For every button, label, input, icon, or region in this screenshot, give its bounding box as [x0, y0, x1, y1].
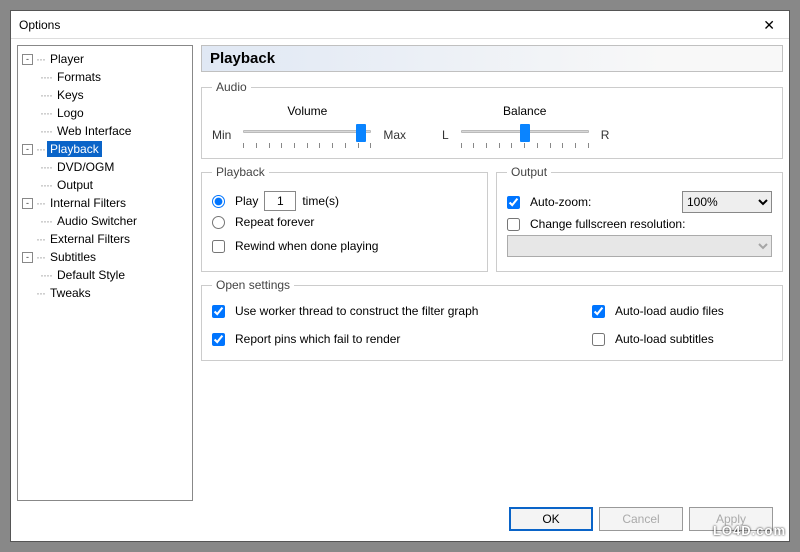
tree-item-label[interactable]: Output	[54, 177, 96, 193]
volume-label: Volume	[287, 104, 327, 118]
times-suffix: time(s)	[302, 194, 339, 208]
tree-toggle-icon[interactable]: -	[22, 54, 33, 65]
tree-item[interactable]: ····Web Interface	[20, 122, 190, 140]
rewind-checkbox[interactable]	[212, 240, 225, 253]
autozoom-select[interactable]: 100%	[682, 191, 772, 213]
tree-item[interactable]: ····Logo	[20, 104, 190, 122]
autosubs-row[interactable]: Auto-load subtitles	[592, 332, 772, 346]
options-window: Options ✕ -···Player····Formats····Keys·…	[10, 10, 790, 542]
dialog-buttons: OK Cancel Apply	[509, 507, 773, 531]
balance-label: Balance	[503, 104, 546, 118]
autoaudio-row[interactable]: Auto-load audio files	[592, 304, 772, 318]
balance-right-label: R	[601, 128, 610, 148]
tree-toggle-icon[interactable]: -	[22, 252, 33, 263]
tree-item[interactable]: ····Keys	[20, 86, 190, 104]
tree-item-label[interactable]: Tweaks	[47, 285, 94, 301]
playback-legend: Playback	[212, 165, 269, 179]
close-icon[interactable]: ✕	[755, 15, 783, 36]
volume-slider[interactable]	[237, 122, 377, 148]
resolution-select	[507, 235, 772, 257]
volume-max-label: Max	[383, 128, 406, 148]
autozoom-checkbox[interactable]	[507, 196, 520, 209]
tree-item[interactable]: ···Tweaks	[20, 284, 190, 302]
autoaudio-label: Auto-load audio files	[615, 304, 724, 318]
playback-group: Playback Play time(s) Repeat forever Rew…	[201, 165, 488, 272]
repeat-radio[interactable]	[212, 216, 225, 229]
ok-button[interactable]: OK	[509, 507, 593, 531]
audio-legend: Audio	[212, 80, 251, 94]
titlebar: Options ✕	[11, 11, 789, 39]
repeat-label: Repeat forever	[235, 215, 314, 229]
play-times-input[interactable]	[264, 191, 296, 211]
tree-item-label[interactable]: Audio Switcher	[54, 213, 140, 229]
tree-toggle-icon[interactable]: -	[22, 144, 33, 155]
tree-item[interactable]: ····Formats	[20, 68, 190, 86]
cancel-button[interactable]: Cancel	[599, 507, 683, 531]
audio-group: Audio Min Volume Max L Balance	[201, 80, 783, 159]
open-legend: Open settings	[212, 278, 294, 292]
tree-item-label[interactable]: Web Interface	[54, 123, 134, 139]
page-title: Playback	[201, 45, 783, 72]
tree-item[interactable]: -···Subtitles	[20, 248, 190, 266]
report-row[interactable]: Report pins which fail to render	[212, 332, 592, 346]
tree-item[interactable]: ···External Filters	[20, 230, 190, 248]
worker-label: Use worker thread to construct the filte…	[235, 304, 478, 318]
tree-item-label[interactable]: Subtitles	[47, 249, 99, 265]
report-label: Report pins which fail to render	[235, 332, 400, 346]
autosubs-checkbox[interactable]	[592, 333, 605, 346]
output-legend: Output	[507, 165, 551, 179]
tree-item[interactable]: -···Playback	[20, 140, 190, 158]
tree-item-label[interactable]: External Filters	[47, 231, 133, 247]
tree-item-label[interactable]: Logo	[54, 105, 87, 121]
worker-checkbox[interactable]	[212, 305, 225, 318]
changeres-checkbox[interactable]	[507, 218, 520, 231]
worker-row[interactable]: Use worker thread to construct the filte…	[212, 304, 592, 318]
tree-item-label[interactable]: Formats	[54, 69, 104, 85]
balance-slider[interactable]	[455, 122, 595, 148]
tree-item-label[interactable]: Keys	[54, 87, 87, 103]
tree-item[interactable]: -···Player	[20, 50, 190, 68]
tree-item-label[interactable]: Player	[47, 51, 87, 67]
tree-item-label[interactable]: DVD/OGM	[54, 159, 117, 175]
tree-toggle-icon[interactable]: -	[22, 198, 33, 209]
window-title: Options	[19, 18, 60, 32]
volume-min-label: Min	[212, 128, 231, 148]
autozoom-label: Auto-zoom:	[530, 195, 591, 209]
tree-item[interactable]: ····Audio Switcher	[20, 212, 190, 230]
autoaudio-checkbox[interactable]	[592, 305, 605, 318]
content-area: -···Player····Formats····Keys····Logo···…	[11, 39, 789, 501]
apply-button[interactable]: Apply	[689, 507, 773, 531]
tree-item[interactable]: ····Default Style	[20, 266, 190, 284]
tree-item-label[interactable]: Internal Filters	[47, 195, 129, 211]
main-panel: Playback Audio Min Volume Max L	[193, 45, 783, 501]
open-settings-group: Open settings Use worker thread to const…	[201, 278, 783, 361]
play-radio[interactable]	[212, 195, 225, 208]
tree-item-label[interactable]: Playback	[47, 141, 102, 157]
tree-item[interactable]: -···Internal Filters	[20, 194, 190, 212]
report-checkbox[interactable]	[212, 333, 225, 346]
tree-item[interactable]: ····DVD/OGM	[20, 158, 190, 176]
output-group: Output Auto-zoom: 100% Change fullscreen…	[496, 165, 783, 272]
nav-tree[interactable]: -···Player····Formats····Keys····Logo···…	[17, 45, 193, 501]
play-label: Play	[235, 194, 258, 208]
changeres-label: Change fullscreen resolution:	[530, 217, 685, 231]
tree-item-label[interactable]: Default Style	[54, 267, 128, 283]
balance-left-label: L	[442, 128, 449, 148]
tree-item[interactable]: ····Output	[20, 176, 190, 194]
rewind-label: Rewind when done playing	[235, 239, 378, 253]
autosubs-label: Auto-load subtitles	[615, 332, 714, 346]
